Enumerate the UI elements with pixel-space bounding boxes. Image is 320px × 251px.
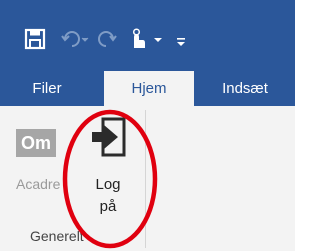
touch-mode-button[interactable]	[128, 28, 164, 50]
redo-button[interactable]	[96, 28, 118, 50]
touch-mode-icon	[132, 28, 162, 48]
ribbon-tabs: Filer Hjem Indsæt	[0, 71, 295, 106]
group-label-generelt: Generelt	[30, 228, 84, 244]
tab-filer[interactable]: Filer	[14, 71, 80, 106]
acadre-label: Acadre	[16, 176, 61, 192]
om-badge: Om	[16, 129, 56, 157]
save-button[interactable]	[24, 28, 46, 50]
title-bar	[0, 0, 295, 71]
customize-quick-access-icon	[177, 38, 185, 46]
save-icon	[24, 28, 46, 50]
tab-hjem[interactable]: Hjem	[104, 71, 194, 106]
customize-quick-access-button[interactable]	[174, 28, 188, 50]
sign-in-icon	[92, 117, 126, 157]
undo-button[interactable]	[60, 28, 90, 50]
undo-icon	[61, 31, 89, 47]
redo-icon	[98, 31, 117, 47]
log-on-label: Log på	[95, 176, 121, 215]
group-divider	[145, 110, 146, 248]
tab-indsaet[interactable]: Indsæt	[200, 71, 290, 106]
